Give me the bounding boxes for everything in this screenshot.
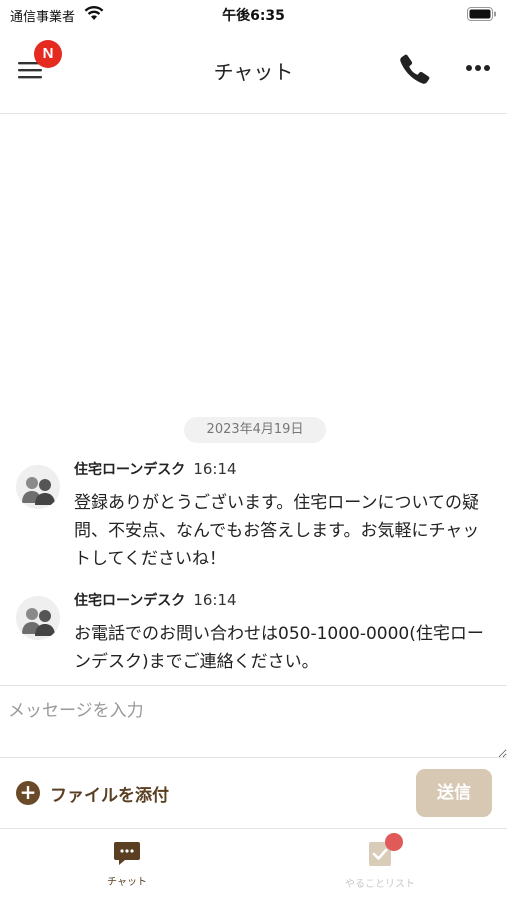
tab-chat[interactable]: チャット: [62, 839, 192, 888]
date-separator: 2023年4月19日: [184, 417, 326, 443]
tab-todo-list[interactable]: やることリスト: [315, 833, 445, 890]
message-input[interactable]: [0, 686, 507, 758]
support-staff-avatar-icon: [16, 596, 60, 640]
message-time: 16:14: [193, 591, 237, 609]
chat-message: 住宅ローンデスク 16:14 お電話でのお問い合わせは050-1000-0000(…: [0, 590, 507, 680]
tab-bar: チャット やることリスト: [0, 828, 507, 900]
more-options-icon[interactable]: [465, 62, 491, 74]
sender-name: 住宅ローンデスク: [74, 462, 186, 478]
support-staff-avatar-icon: [16, 465, 60, 509]
chat-area[interactable]: 2023年4月19日 住宅ローンデスク 16:14 登録ありがとうございます。住宅…: [0, 115, 507, 685]
chat-bubble-icon: [114, 842, 140, 865]
battery-icon: [467, 7, 496, 21]
chat-message: 住宅ローンデスク 16:14 登録ありがとうございます。住宅ローンについての疑問、…: [0, 459, 507, 579]
todo-icon-wrapper: [365, 833, 403, 869]
message-header: 住宅ローンデスク 16:14: [74, 590, 237, 610]
message-composer: [0, 685, 507, 758]
sender-name: 住宅ローンデスク: [74, 593, 186, 609]
plus-circle-icon: +: [16, 781, 40, 805]
composer-actions: + ファイルを添付 送信: [0, 758, 507, 828]
clock: 午後6:35: [222, 8, 285, 24]
send-button[interactable]: 送信: [416, 769, 492, 817]
phone-icon[interactable]: [398, 52, 432, 86]
tab-todo-label: やることリスト: [345, 879, 415, 890]
attach-file-button[interactable]: + ファイルを添付: [16, 780, 169, 806]
message-header: 住宅ローンデスク 16:14: [74, 459, 237, 479]
status-bar: 通信事業者 午後6:35: [0, 0, 507, 28]
message-text: 登録ありがとうございます。住宅ローンについての疑問、不安点、なんでもお答えします…: [74, 493, 480, 569]
tab-chat-label: チャット: [107, 877, 147, 888]
attach-file-label: ファイルを添付: [50, 785, 169, 806]
avatar: [16, 465, 60, 509]
message-text: お電話でのお問い合わせは050-1000-0000(住宅ローンデスク)までご連絡…: [74, 624, 484, 672]
message-time: 16:14: [193, 460, 237, 478]
avatar: [16, 596, 60, 640]
nav-bar: N チャット: [0, 28, 507, 114]
unread-dot: [385, 833, 403, 851]
